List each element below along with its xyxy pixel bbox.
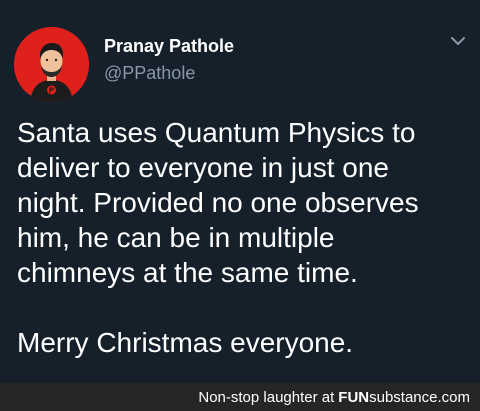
watermark-brand-bold: FUN [338,388,370,406]
author-handle[interactable]: @PPathole [104,62,234,84]
chevron-down-icon[interactable] [448,34,468,50]
svg-text:P: P [49,87,54,95]
author-display-name[interactable]: Pranay Pathole [104,35,234,57]
tweet-author: Pranay Pathole @PPathole [104,35,234,84]
watermark-brand-rest: substance.com [369,388,470,406]
watermark-bar: Non-stop laughter at FUN substance.com [0,383,480,411]
tweet-paragraph: Santa uses Quantum Physics to deliver to… [17,117,419,288]
tweet-card: P Pranay Pathole @PPathole Santa uses Qu… [0,0,480,383]
avatar-illustration: P [14,27,89,102]
avatar[interactable]: P [14,27,89,102]
tweet-text: Santa uses Quantum Physics to deliver to… [17,115,472,360]
tweet-paragraph: Merry Christmas everyone. [17,327,354,358]
watermark-prefix: Non-stop laughter at [198,388,335,406]
